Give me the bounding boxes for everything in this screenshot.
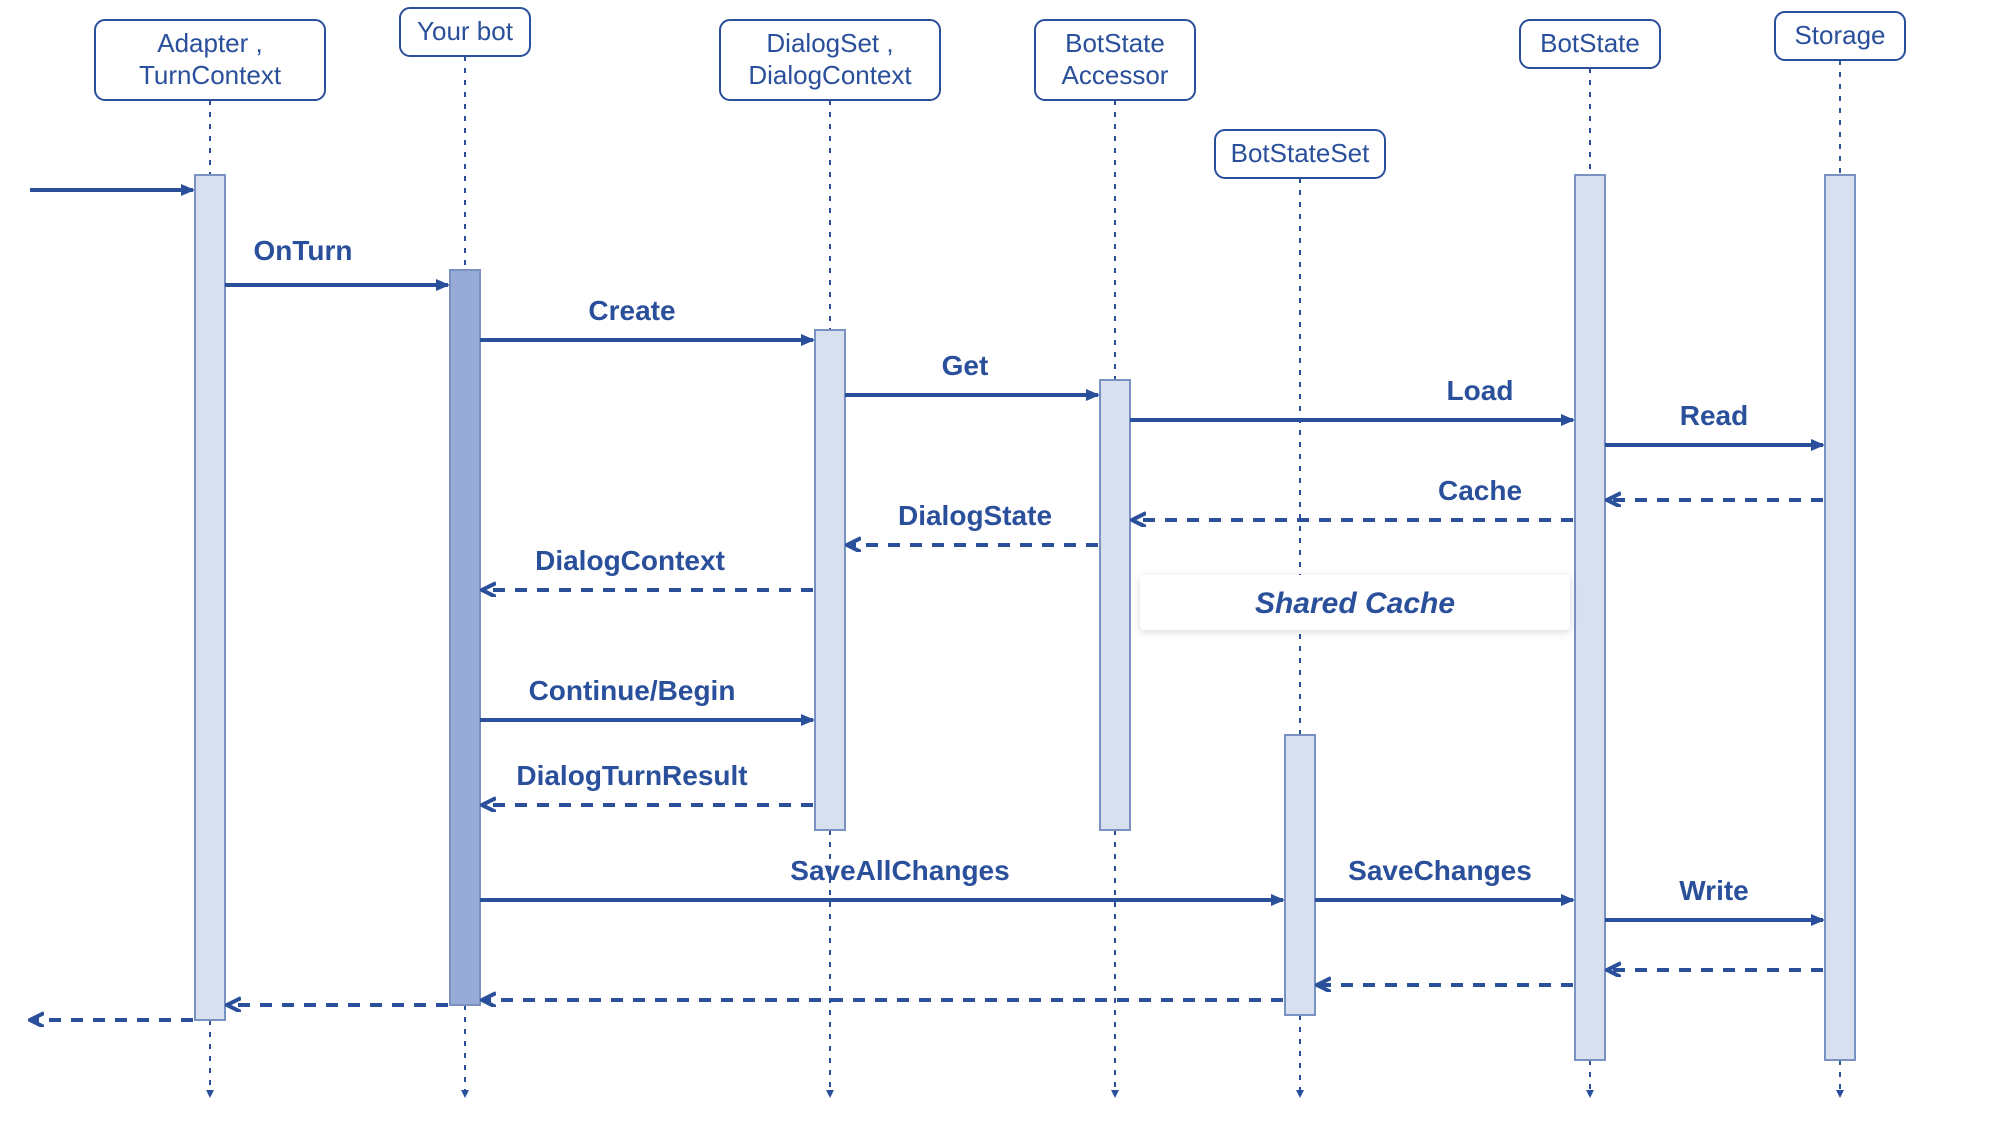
activation-storage [1825,175,1855,1060]
sequence-diagram: Adapter , TurnContext Your bot DialogSet… [0,0,2000,1125]
participant-label: DialogSet , [766,28,893,58]
msg-label-read: Read [1680,400,1748,431]
msg-label-dialogturnresult: DialogTurnResult [516,760,747,791]
participant-label: BotStateSet [1231,138,1371,168]
msg-label-dialogstate: DialogState [898,500,1052,531]
participant-label: Your bot [417,16,514,46]
participant-label: Storage [1794,20,1885,50]
msg-label-saveallchanges: SaveAllChanges [790,855,1009,886]
participant-label: BotState [1540,28,1640,58]
activation-stateset [1285,735,1315,1015]
msg-label-write: Write [1679,875,1749,906]
participant-label: Accessor [1062,60,1169,90]
msg-label-continuebegin: Continue/Begin [529,675,736,706]
note-shared-cache: Shared Cache [1255,587,1455,620]
msg-label-onturn: OnTurn [253,235,352,266]
participant-label: BotState [1065,28,1165,58]
msg-label-create: Create [588,295,675,326]
msg-label-cache: Cache [1438,475,1522,506]
participant-label: Adapter , [157,28,263,58]
msg-label-dialogcontext: DialogContext [535,545,725,576]
msg-label-load: Load [1447,375,1514,406]
activation-bot [450,270,480,1005]
activation-botstate [1575,175,1605,1060]
participant-label: TurnContext [139,60,282,90]
activation-accessor [1100,380,1130,830]
msg-label-get: Get [942,350,989,381]
activation-adapter [195,175,225,1020]
activation-dialog [815,330,845,830]
participant-label: DialogContext [748,60,912,90]
msg-label-savechanges: SaveChanges [1348,855,1532,886]
